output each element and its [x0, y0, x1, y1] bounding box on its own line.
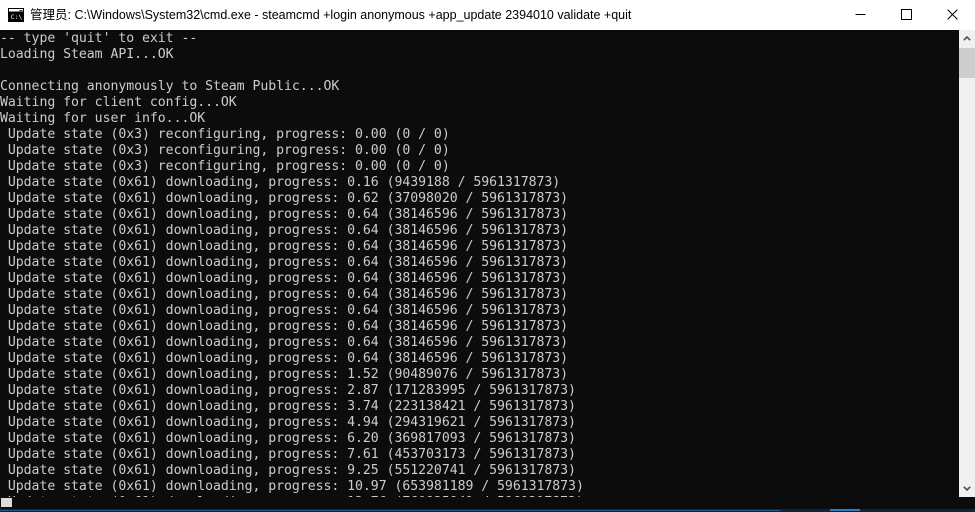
console-line: Update state (0x61) downloading, progres…	[0, 287, 569, 302]
console-line: Update state (0x61) downloading, progres…	[0, 223, 569, 238]
titlebar[interactable]: C:\ 管理员: C:\Windows\System32\cmd.exe - s…	[0, 0, 975, 30]
desktop-bottom-accent-secondary	[830, 509, 860, 511]
window-title: 管理员: C:\Windows\System32\cmd.exe - steam…	[30, 7, 632, 22]
console-line: Update state (0x61) downloading, progres…	[0, 447, 576, 462]
vertical-scrollbar-thumb[interactable]	[959, 48, 975, 78]
minimize-icon	[855, 14, 865, 15]
console-line: Waiting for client config...OK	[0, 95, 237, 110]
vertical-scrollbar[interactable]	[958, 30, 975, 497]
console-line: Update state (0x61) downloading, progres…	[0, 255, 569, 270]
console-line: Update state (0x61) downloading, progres…	[0, 319, 569, 334]
cmd-console-window: C:\ 管理员: C:\Windows\System32\cmd.exe - s…	[0, 0, 975, 512]
console-line: Update state (0x61) downloading, progres…	[0, 383, 576, 398]
console-line: Update state (0x61) downloading, progres…	[0, 479, 584, 494]
horizontal-scrollbar-thumb[interactable]	[1, 498, 12, 507]
maximize-button[interactable]	[883, 0, 929, 30]
minimize-button[interactable]	[837, 0, 883, 30]
console-line: Update state (0x61) downloading, progres…	[0, 303, 569, 318]
console-line: Update state (0x61) downloading, progres…	[0, 399, 576, 414]
console-line: Update state (0x61) downloading, progres…	[0, 367, 569, 382]
desktop-bottom-accent	[0, 510, 780, 511]
console-line: Update state (0x61) downloading, progres…	[0, 335, 569, 350]
close-button[interactable]	[929, 0, 975, 30]
maximize-icon	[900, 9, 912, 20]
console-line: Update state (0x61) downloading, progres…	[0, 191, 569, 206]
scroll-down-button[interactable]	[959, 480, 975, 497]
console-line: -- type 'quit' to exit --	[0, 31, 198, 46]
console-line: Update state (0x61) downloading, progres…	[0, 431, 576, 446]
console-line: Update state (0x61) downloading, progres…	[0, 271, 569, 286]
chevron-down-icon	[963, 486, 971, 491]
console-line: Loading Steam API...OK	[0, 47, 174, 62]
cmd-console-icon: C:\	[8, 7, 24, 22]
console-line: Update state (0x61) downloading, progres…	[0, 415, 576, 430]
scroll-up-button[interactable]	[959, 30, 975, 47]
console-line: Waiting for user info...OK	[0, 111, 206, 126]
console-line: Update state (0x61) downloading, progres…	[0, 207, 569, 222]
chevron-up-icon	[963, 36, 971, 41]
console-text: -- type 'quit' to exit -- Loading Steam A…	[0, 31, 584, 497]
console-line: Update state (0x61) downloading, progres…	[0, 175, 561, 190]
console-line: Connecting anonymously to Steam Public..…	[0, 79, 340, 94]
svg-text:C:\: C:\	[11, 13, 23, 21]
console-output-area[interactable]: -- type 'quit' to exit -- Loading Steam A…	[0, 30, 958, 497]
console-line: Update state (0x3) reconfiguring, progre…	[0, 127, 450, 142]
close-icon	[946, 9, 958, 20]
console-line: Update state (0x61) downloading, progres…	[0, 239, 569, 254]
console-line: Update state (0x3) reconfiguring, progre…	[0, 159, 450, 174]
console-line: Update state (0x61) downloading, progres…	[0, 463, 576, 478]
console-line: Update state (0x61) downloading, progres…	[0, 351, 569, 366]
console-line: Update state (0x3) reconfiguring, progre…	[0, 143, 450, 158]
